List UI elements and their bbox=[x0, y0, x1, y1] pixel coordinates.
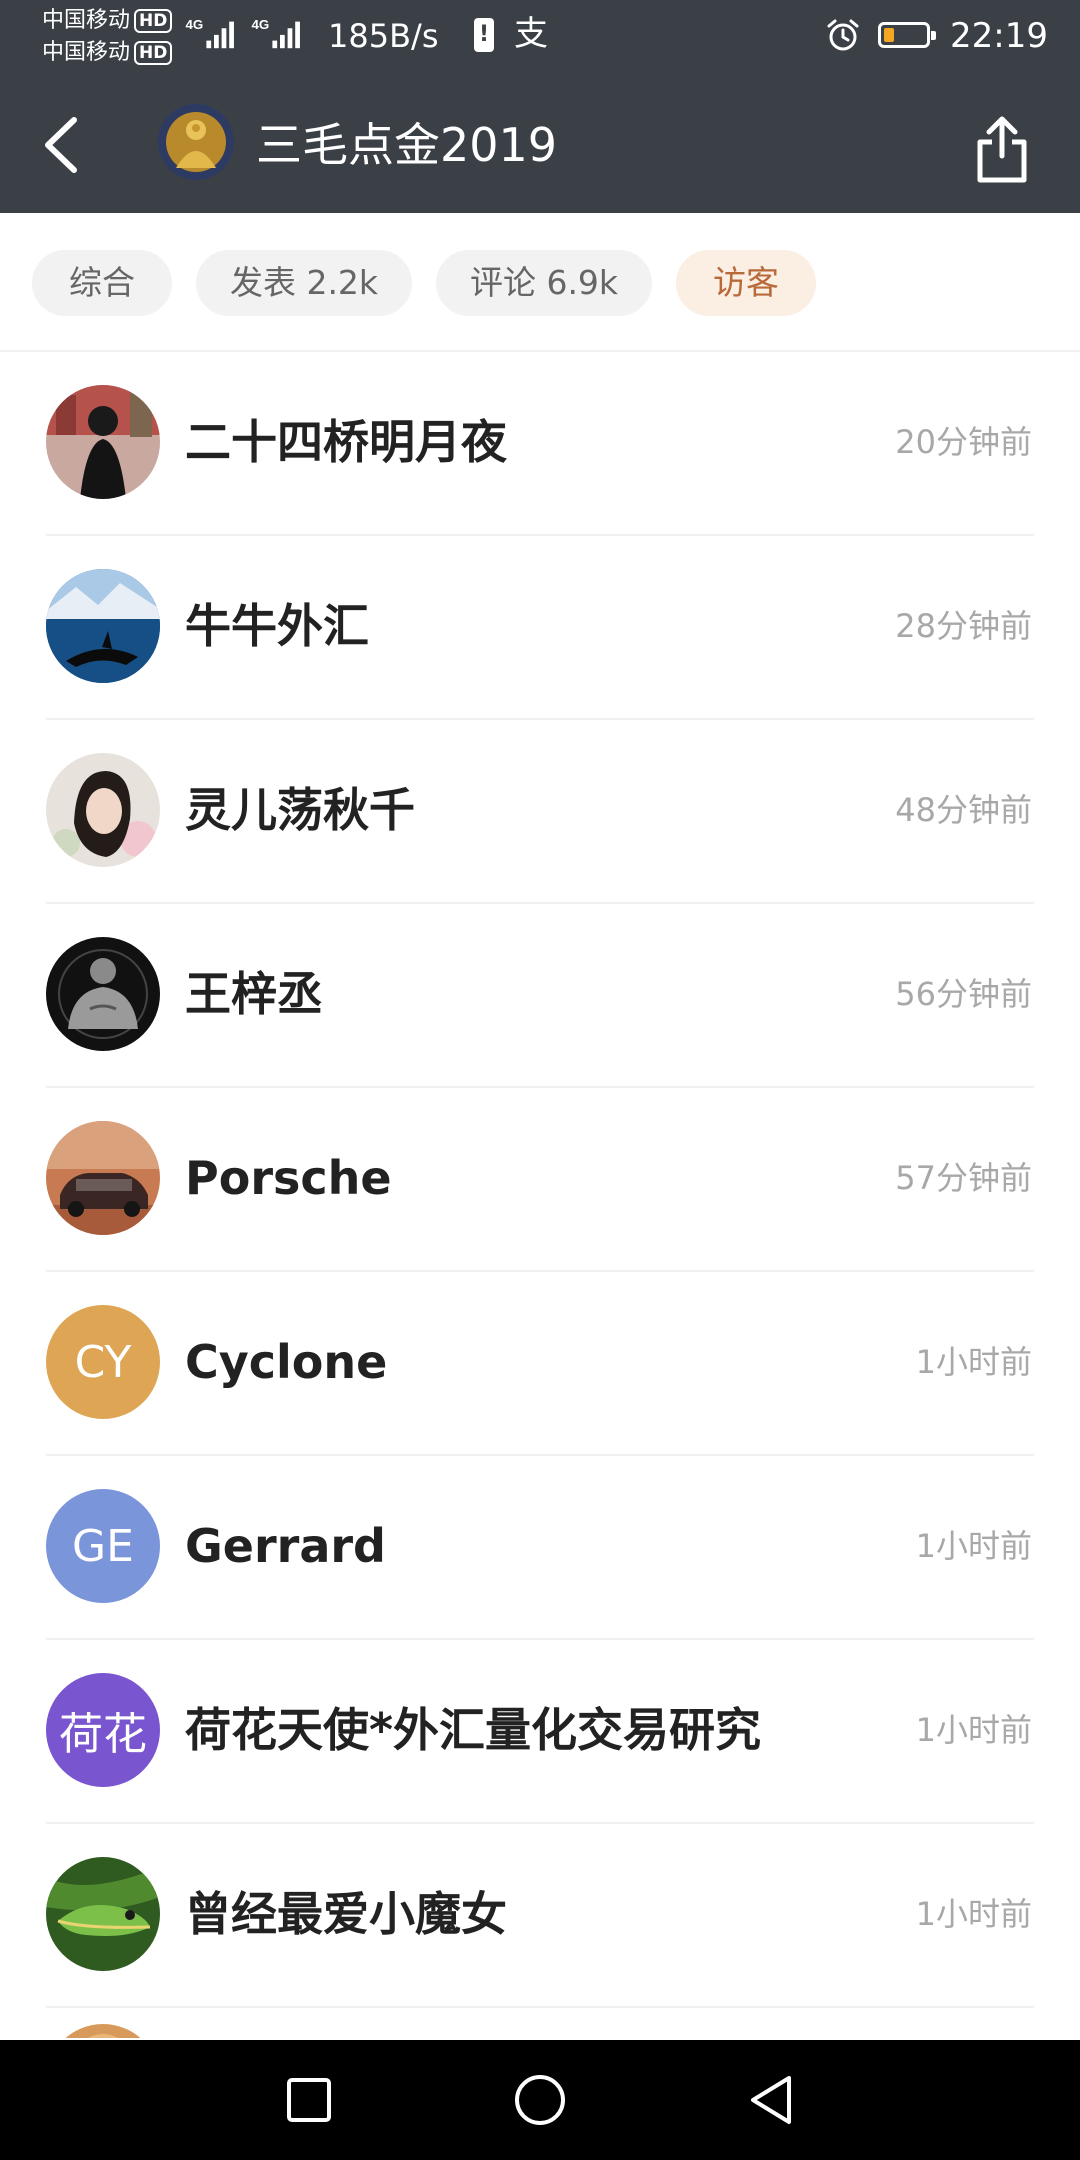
status-bar: 中国移动 HD 中国移动 HD 4G 4G 185B/s ! 支 22:19 bbox=[0, 0, 1080, 72]
carrier-label-1: 中国移动 HD bbox=[42, 6, 173, 36]
share-icon[interactable] bbox=[972, 114, 1032, 186]
avatar: 荷花 bbox=[46, 1673, 160, 1787]
signal-icon-2: 4G bbox=[252, 17, 300, 49]
square-icon[interactable] bbox=[279, 2070, 339, 2130]
network-type-2: 4G bbox=[252, 17, 270, 32]
visitor-name: 王梓丞 bbox=[185, 967, 323, 1021]
visitor-name: Cyclone bbox=[185, 1335, 388, 1389]
tab-comments[interactable]: 评论 6.9k bbox=[436, 250, 652, 316]
tab-posts[interactable]: 发表 2.2k bbox=[196, 250, 412, 316]
avatar bbox=[46, 385, 160, 499]
visit-time: 56分钟前 bbox=[895, 975, 1032, 1013]
filter-tabs: 综合 发表 2.2k 评论 6.9k 访客 bbox=[0, 213, 1080, 352]
chevron-left-icon[interactable] bbox=[36, 112, 92, 178]
profile-avatar[interactable] bbox=[158, 104, 234, 180]
list-item-partial[interactable] bbox=[0, 2008, 1080, 2038]
carrier-label-2: 中国移动 HD bbox=[42, 38, 173, 68]
visit-time: 1小时前 bbox=[915, 1343, 1032, 1381]
visit-time: 1小时前 bbox=[915, 1527, 1032, 1565]
avatar: GE bbox=[46, 1489, 160, 1603]
visit-time: 1小时前 bbox=[915, 1895, 1032, 1933]
avatar bbox=[46, 753, 160, 867]
avatar bbox=[46, 1857, 160, 1971]
visitor-name: 二十四桥明月夜 bbox=[185, 415, 507, 469]
visitor-name: 牛牛外汇 bbox=[185, 599, 369, 653]
hd-badge-2: HD bbox=[134, 41, 173, 65]
visit-time: 1小时前 bbox=[915, 1711, 1032, 1749]
avatar bbox=[46, 569, 160, 683]
page-title: 三毛点金2019 bbox=[256, 118, 558, 172]
list-item[interactable]: GE Gerrard 1小时前 bbox=[0, 1456, 1080, 1640]
status-clock: 22:19 bbox=[950, 16, 1048, 56]
notification-alert-icon: ! bbox=[474, 18, 494, 52]
visitor-name: 荷花天使*外汇量化交易研究 bbox=[185, 1703, 762, 1757]
alipay-icon: 支 bbox=[514, 14, 548, 54]
visit-time: 28分钟前 bbox=[895, 607, 1032, 645]
battery-level-fill bbox=[884, 28, 894, 42]
battery-icon bbox=[878, 22, 936, 48]
avatar bbox=[46, 937, 160, 1051]
circle-icon[interactable] bbox=[510, 2070, 570, 2130]
visitor-name: 灵儿荡秋千 bbox=[185, 783, 415, 837]
carrier-name-1: 中国移动 bbox=[42, 8, 131, 33]
tab-visitors[interactable]: 访客 bbox=[676, 250, 816, 316]
hd-badge-1: HD bbox=[134, 9, 173, 33]
carrier-name-2: 中国移动 bbox=[42, 40, 131, 65]
list-item[interactable]: CY Cyclone 1小时前 bbox=[0, 1272, 1080, 1456]
triangle-back-icon[interactable] bbox=[741, 2070, 801, 2130]
system-nav-bar bbox=[0, 2040, 1080, 2160]
list-item[interactable]: 灵儿荡秋千 48分钟前 bbox=[0, 720, 1080, 904]
list-item[interactable]: 曾经最爱小魔女 1小时前 bbox=[0, 1824, 1080, 2008]
alarm-icon bbox=[827, 19, 859, 51]
network-speed: 185B/s bbox=[328, 17, 439, 55]
visit-time: 20分钟前 bbox=[895, 423, 1032, 461]
list-item[interactable]: 王梓丞 56分钟前 bbox=[0, 904, 1080, 1088]
network-type-1: 4G bbox=[186, 17, 204, 32]
visit-time: 48分钟前 bbox=[895, 791, 1032, 829]
avatar bbox=[46, 2024, 160, 2038]
signal-icon-1: 4G bbox=[186, 17, 234, 49]
visitor-name: 曾经最爱小魔女 bbox=[185, 1887, 507, 1941]
tab-overview[interactable]: 综合 bbox=[32, 250, 172, 316]
visitor-name: Gerrard bbox=[185, 1519, 386, 1573]
list-item[interactable]: 牛牛外汇 28分钟前 bbox=[0, 536, 1080, 720]
avatar bbox=[46, 1121, 160, 1235]
visitor-name: Porsche bbox=[185, 1151, 392, 1205]
avatar: CY bbox=[46, 1305, 160, 1419]
list-item[interactable]: Porsche 57分钟前 bbox=[0, 1088, 1080, 1272]
visit-time: 57分钟前 bbox=[895, 1159, 1032, 1197]
list-item[interactable]: 荷花 荷花天使*外汇量化交易研究 1小时前 bbox=[0, 1640, 1080, 1824]
top-app-bar: 中国移动 HD 中国移动 HD 4G 4G 185B/s ! 支 22:19 三… bbox=[0, 0, 1080, 213]
list-item[interactable]: 二十四桥明月夜 20分钟前 bbox=[0, 352, 1080, 536]
